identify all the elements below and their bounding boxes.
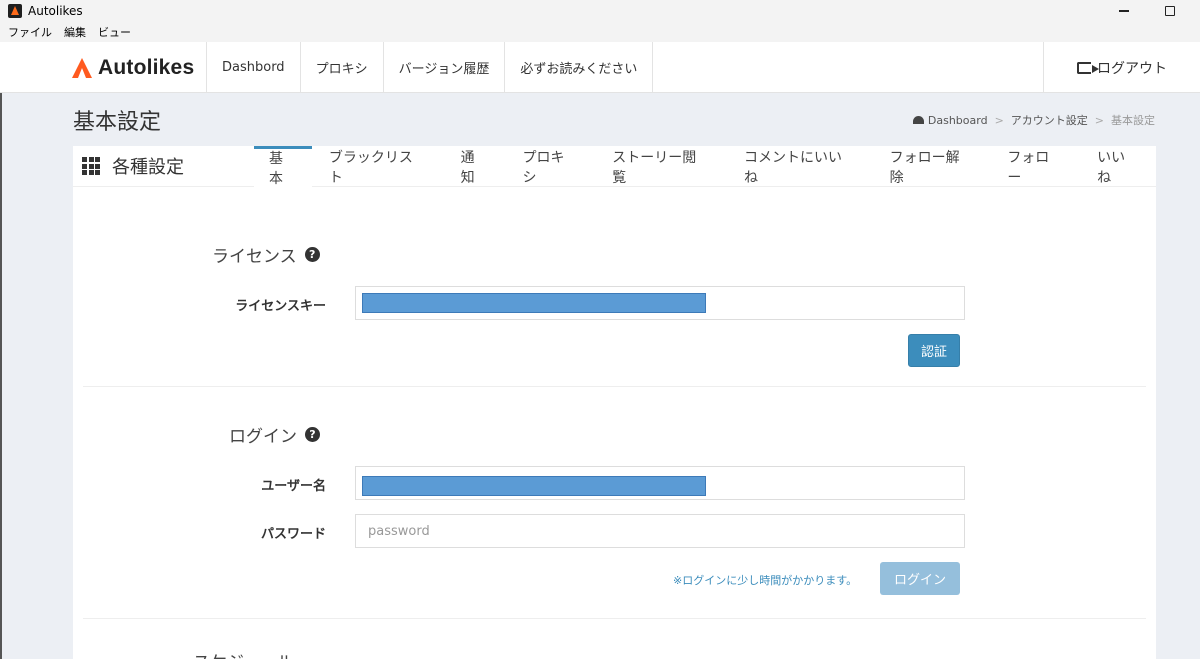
redacted-username: [362, 476, 706, 496]
maximize-button[interactable]: [1150, 0, 1190, 22]
license-title: ライセンス: [212, 247, 297, 267]
password-label: パスワード: [260, 527, 326, 542]
maximize-icon: [1165, 6, 1175, 16]
breadcrumb-account-settings[interactable]: アカウント設定: [1011, 112, 1088, 128]
tab-like[interactable]: いいね: [1080, 146, 1156, 187]
th-grid-icon: [82, 157, 100, 175]
settings-panel: 各種設定 基本 ブラックリスト 通知 プロキシ ストーリー閲覧 コメントにいいね…: [73, 146, 1156, 659]
sign-out-icon: [1077, 61, 1099, 74]
section-divider: [83, 618, 1146, 619]
tab-unfollow[interactable]: フォロー解除: [873, 146, 991, 187]
menu-file[interactable]: ファイル: [8, 24, 52, 40]
menubar: ファイル 編集 ビュー: [0, 22, 1200, 42]
tab-story-view[interactable]: ストーリー閲覧: [595, 146, 727, 187]
license-key-label: ライセンスキー: [235, 299, 326, 314]
panel-title-label: 各種設定: [112, 157, 184, 178]
menu-view[interactable]: ビュー: [98, 24, 131, 40]
question-circle-icon[interactable]: ?: [305, 427, 320, 442]
brand-name: Autolikes: [98, 55, 195, 79]
redacted-license-key: [362, 293, 706, 313]
app-icon: [8, 4, 22, 18]
panel-title: 各種設定: [82, 153, 184, 179]
tab-notifications[interactable]: 通知: [444, 146, 506, 187]
autolikes-logo-icon: [72, 57, 92, 78]
minimize-icon: [1119, 10, 1129, 12]
nav-menu: Dashbord プロキシ バージョン履歴 必ずお読みください: [206, 42, 654, 93]
nav-item-must-read[interactable]: 必ずお読みください: [505, 42, 654, 93]
nav-item-dashboard[interactable]: Dashbord: [207, 42, 301, 93]
breadcrumb-separator: >: [994, 113, 1004, 127]
breadcrumb-current: 基本設定: [1111, 114, 1155, 127]
question-circle-icon[interactable]: ?: [304, 247, 320, 262]
username-label: ユーザー名: [261, 479, 326, 494]
top-navbar: Autolikes Dashbord プロキシ バージョン履歴 必ずお読みくださ…: [0, 42, 1200, 93]
breadcrumb-separator: >: [1094, 113, 1104, 127]
nav-item-proxy[interactable]: プロキシ: [301, 42, 384, 93]
tab-comment-like[interactable]: コメントにいいね: [727, 146, 873, 187]
breadcrumb-dashboard[interactable]: Dashboard: [928, 114, 988, 127]
page-title: 基本設定: [73, 110, 162, 135]
login-title: ログイン: [229, 427, 297, 447]
window-title: Autolikes: [28, 4, 83, 18]
login-note: ※ログインに少し時間がかかります。: [673, 574, 858, 587]
menu-edit[interactable]: 編集: [64, 24, 86, 40]
nav-item-version-history[interactable]: バージョン履歴: [384, 42, 506, 93]
tab-proxy[interactable]: プロキシ: [505, 146, 595, 187]
section-divider: [83, 386, 1146, 387]
logout-button[interactable]: ログアウト: [1043, 42, 1200, 93]
brand[interactable]: Autolikes: [72, 42, 194, 93]
login-button[interactable]: ログイン: [880, 562, 960, 595]
schedule-section-title: スケジュール: [193, 648, 294, 659]
minimize-button[interactable]: [1104, 0, 1144, 22]
breadcrumb: Dashboard > アカウント設定 > 基本設定: [912, 112, 1155, 128]
login-section-title: ログイン ?: [229, 422, 320, 447]
tab-follow[interactable]: フォロー: [990, 146, 1080, 187]
window-titlebar: Autolikes: [0, 0, 1200, 22]
license-section-title: ライセンス ?: [212, 242, 320, 267]
verify-button[interactable]: 認証: [908, 334, 960, 367]
dashboard-icon: [912, 116, 924, 124]
panel-header: 各種設定 基本 ブラックリスト 通知 プロキシ ストーリー閲覧 コメントにいいね…: [73, 146, 1156, 187]
window-edge: [0, 93, 2, 659]
password-input[interactable]: [355, 514, 965, 548]
logout-label: ログアウト: [1097, 60, 1167, 77]
tab-basic[interactable]: 基本: [254, 146, 312, 187]
settings-tabs: 基本 ブラックリスト 通知 プロキシ ストーリー閲覧 コメントにいいね フォロー…: [254, 146, 1156, 187]
tab-blacklist[interactable]: ブラックリスト: [312, 146, 444, 187]
